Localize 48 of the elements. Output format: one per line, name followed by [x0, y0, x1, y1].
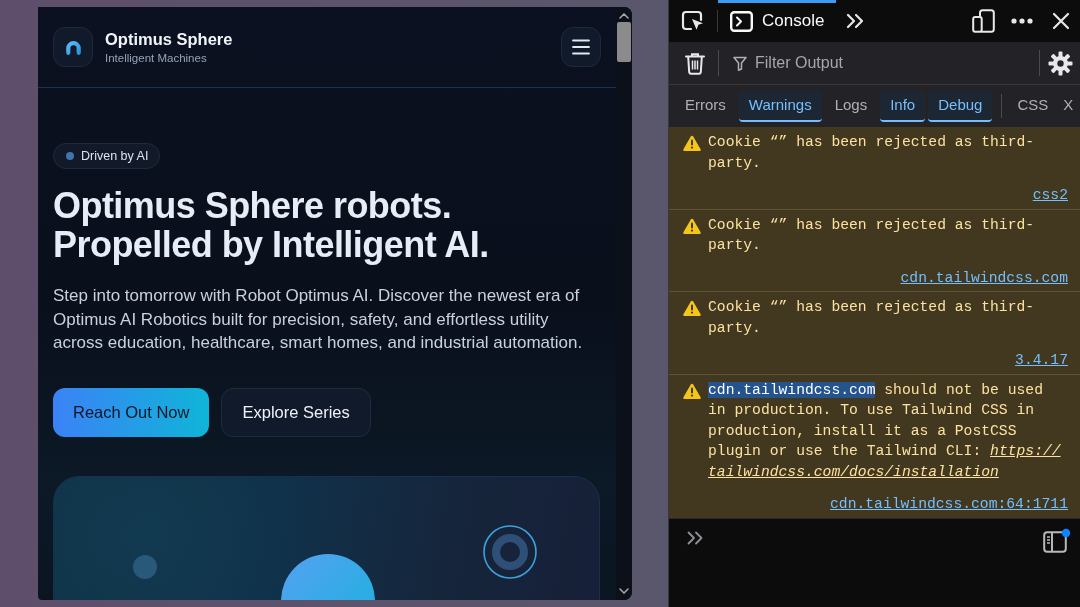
hero-heading: Optimus Sphere robots. Propelled by Intelligent AI. [53, 186, 490, 264]
log-filter-button[interactable]: CSS [1011, 90, 1055, 122]
trash-icon[interactable] [685, 51, 705, 75]
more-options-icon[interactable] [1011, 18, 1033, 24]
warning-message: Cookie “” has been rejected as third-party. [708, 133, 1036, 173]
source-link[interactable]: cdn.tailwindcss.com:64:1711 [830, 494, 1068, 515]
brand-title: Optimus Sphere [105, 28, 233, 49]
terminal-icon [730, 10, 753, 32]
scrollbar[interactable] [616, 7, 632, 600]
brand-subtitle: Intelligent Machines [105, 50, 208, 66]
log-filter-button[interactable]: Logs [824, 90, 878, 122]
cursor-box-icon[interactable] [681, 10, 705, 32]
warning-icon [683, 217, 701, 234]
chevrons-right-icon[interactable] [846, 13, 865, 29]
ring-icon [483, 524, 537, 579]
docs-link[interactable]: tailwindcss.com/docs/installation [708, 461, 999, 482]
log-filter-button[interactable]: X [1057, 90, 1080, 122]
warning-message: cdn.tailwindcss.com should not be used in production. To use Tailwind CSS in production, install it as a PostCSS plugin or use the Tailwind CLI: https:// tailwindcss.com/docs/installation [708, 380, 1062, 482]
warning-message: Cookie “” has been rejected as third-party. [708, 215, 1036, 255]
source-link[interactable]: cdn.tailwindcss.com [900, 267, 1068, 288]
funnel-icon [733, 55, 747, 71]
scroll-up-icon[interactable] [619, 13, 629, 19]
explore-button[interactable]: Explore Series [221, 387, 371, 437]
scrollbar-thumb[interactable] [617, 22, 631, 62]
dot-icon [133, 554, 157, 579]
arch-logo-icon [53, 27, 93, 67]
warning-icon [683, 382, 701, 399]
scroll-down-icon[interactable] [619, 588, 629, 594]
warning-icon [683, 135, 701, 151]
contact-button[interactable]: Reach Out Now [53, 387, 210, 437]
hero-description: Step into tomorrow with Robot Optimus AI. Discover the newest era of Optimus AI Robotics built for precision, safety, and effortless utility across education, healthcare, smart homes, and industrial automation. [53, 285, 584, 354]
log-filter-button[interactable]: Errors [675, 90, 736, 122]
menu-icon [572, 39, 590, 55]
log-filter-button[interactable]: Warnings [738, 90, 822, 122]
docs-link[interactable]: https:// [990, 443, 1061, 459]
log-filter-button[interactable]: Info [880, 90, 926, 122]
log-filter-button[interactable]: Debug [928, 90, 993, 122]
menu-button[interactable] [561, 27, 601, 67]
devices-icon[interactable] [972, 9, 995, 33]
tagline-label: Driven by AI [81, 147, 149, 165]
source-link[interactable]: css2 [1032, 185, 1068, 206]
close-icon[interactable] [1052, 12, 1070, 30]
warning-icon [683, 300, 701, 316]
settings-icon[interactable] [1048, 50, 1073, 76]
source-link[interactable]: 3.4.17 [1015, 350, 1068, 371]
warning-message: Cookie “” has been rejected as third-party. [708, 298, 1036, 338]
sidebar-panel-icon[interactable] [1043, 527, 1071, 553]
double-chevron-icon [687, 530, 704, 545]
